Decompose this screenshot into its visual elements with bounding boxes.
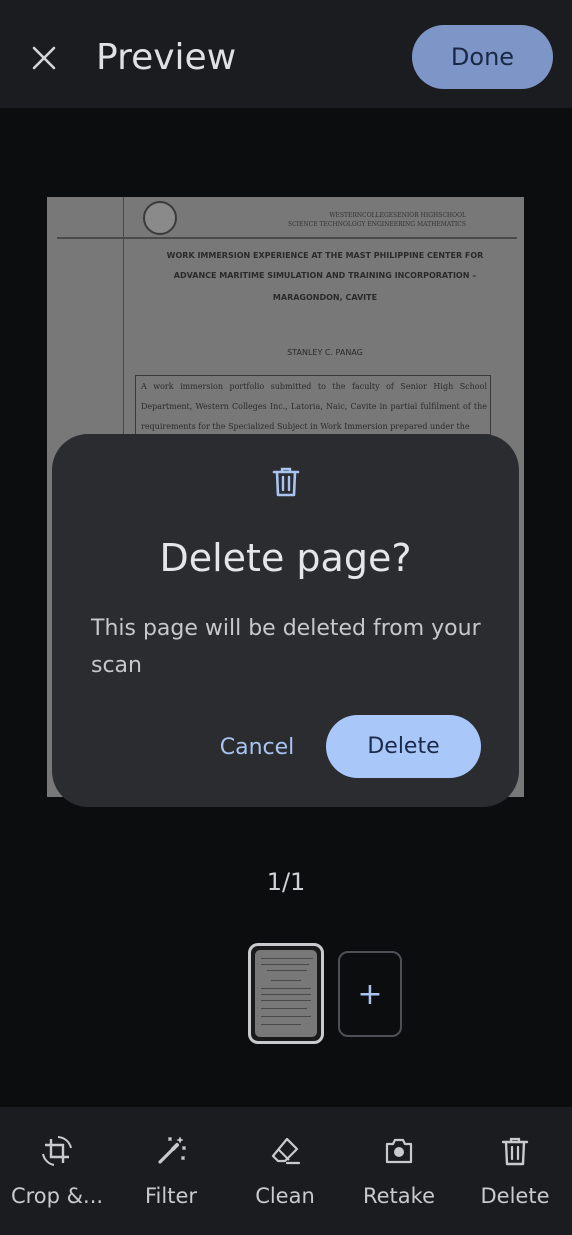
crop-rotate-icon [42, 1136, 72, 1166]
filter-button[interactable]: Filter [114, 1107, 228, 1235]
school-logo [143, 201, 177, 235]
delete-page-dialog: Delete page? This page will be deleted f… [52, 434, 519, 807]
filter-label: Filter [144, 1184, 197, 1208]
done-button[interactable]: Done [412, 25, 553, 89]
document-author: STANLEY C. PANAG [287, 348, 363, 357]
document-school-header: WESTERNCOLLEGESENIOR HIGHSCHOOL SCIENCE … [288, 211, 466, 229]
dialog-title: Delete page? [159, 536, 412, 580]
close-button[interactable] [22, 36, 66, 80]
document-heading-line-2: ADVANCE MARITIME SIMULATION AND TRAINING… [173, 271, 477, 280]
cancel-button[interactable]: Cancel [202, 720, 312, 774]
top-app-bar: Preview Done [0, 0, 572, 108]
delete-label: Delete [480, 1184, 550, 1208]
plus-icon: + [357, 976, 383, 1012]
camera-icon [385, 1138, 413, 1164]
retake-label: Retake [362, 1184, 435, 1208]
confirm-delete-button[interactable]: Delete [326, 715, 481, 778]
page-counter: 1/1 [266, 868, 306, 896]
school-line-1: WESTERNCOLLEGESENIOR HIGHSCHOOL [329, 212, 466, 219]
trash-icon [272, 467, 300, 497]
delete-button[interactable]: Delete [458, 1107, 572, 1235]
clean-button[interactable]: Clean [228, 1107, 342, 1235]
page-title: Preview [96, 37, 237, 78]
close-icon [32, 46, 56, 70]
crop-rotate-label: Crop &... [10, 1184, 104, 1208]
document-heading-line-1: WORK IMMERSION EXPERIENCE AT THE MAST PH… [166, 251, 484, 260]
eraser-icon [271, 1137, 301, 1165]
clean-label: Clean [255, 1184, 315, 1208]
document-abstract-text: A work immersion portfolio submitted to … [141, 382, 487, 431]
document-heading-line-3: MARAGONDON, CAVITE [272, 293, 378, 302]
school-line-2: SCIENCE TECHNOLOGY ENGINEERING MATHEMATI… [287, 221, 466, 228]
crop-rotate-button[interactable]: Crop &... [0, 1107, 114, 1235]
bottom-toolbar: Crop &... Filter Clean Retake Delete [0, 1107, 572, 1235]
add-page-button[interactable]: + [338, 951, 402, 1037]
trash-icon [501, 1137, 529, 1166]
page-thumbnail[interactable] [248, 943, 324, 1044]
retake-button[interactable]: Retake [342, 1107, 456, 1235]
dialog-message: This page will be deleted from your scan [91, 616, 481, 678]
magic-wand-icon [158, 1137, 186, 1164]
